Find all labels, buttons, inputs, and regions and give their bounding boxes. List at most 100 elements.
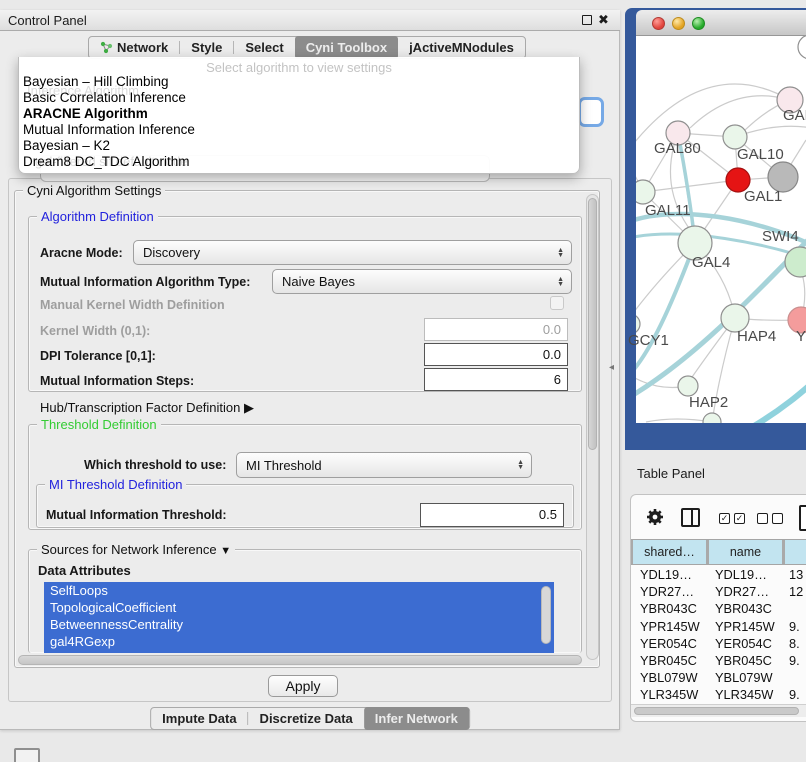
node-label: GAL80 xyxy=(654,140,701,157)
table-panel: ✓✓ shared… name YDL19…YDL19…13 YDR27…YDR… xyxy=(630,494,806,722)
table-row[interactable]: YLR345WYLR345W9. xyxy=(631,686,806,703)
stepper-arrows-icon: ▲▼ xyxy=(517,460,531,470)
manual-kernel-checkbox[interactable] xyxy=(550,296,564,310)
attribute-item[interactable]: gal4RGexp xyxy=(44,633,554,650)
mi-type-select[interactable]: Naive Bayes ▲▼ xyxy=(272,269,572,294)
node-label: GAL11 xyxy=(645,202,691,219)
group-title: MI Threshold Definition xyxy=(45,477,186,492)
table-row[interactable]: YDL19…YDL19…13 xyxy=(631,566,806,583)
dropdown-item-selected[interactable]: ARACNE Algorithm xyxy=(23,106,148,121)
tab-cyni-toolbox[interactable]: Cyni Toolbox xyxy=(295,36,398,59)
network-window-titlebar[interactable] xyxy=(636,10,806,36)
column-header[interactable]: shared… xyxy=(633,540,706,564)
kernel-width-label: Kernel Width (0,1): xyxy=(40,324,150,338)
group-title: Algorithm Definition xyxy=(37,209,158,224)
gear-icon[interactable] xyxy=(645,507,665,527)
node-label: GAL xyxy=(783,107,806,124)
close-traffic-light-icon[interactable] xyxy=(652,17,665,30)
scrollbar-thumb[interactable] xyxy=(634,707,799,715)
stepper-arrows-icon: ▲▼ xyxy=(557,277,571,287)
scrollbar-thumb[interactable] xyxy=(588,198,597,450)
column-header[interactable] xyxy=(785,540,806,564)
node-label: GAL1 xyxy=(744,188,782,205)
node-label: Y xyxy=(796,328,806,345)
data-attributes-label: Data Attributes xyxy=(38,563,131,578)
algorithm-dropdown: Inference Algorithm gal-filtered sif def… xyxy=(18,57,580,174)
expand-right-icon[interactable]: ▶ xyxy=(244,400,254,415)
settings-vertical-scrollbar[interactable] xyxy=(586,194,599,660)
table-row[interactable]: YPR145WYPR145W9. xyxy=(631,618,806,635)
tab-network[interactable]: Network xyxy=(89,37,179,58)
node-gal11[interactable] xyxy=(636,180,655,204)
tab-select[interactable]: Select xyxy=(234,37,294,58)
apply-button[interactable]: Apply xyxy=(268,675,338,697)
dropdown-item[interactable]: Bayesian – Hill Climbing xyxy=(23,74,169,89)
table-row[interactable]: YBL079WYBL079W xyxy=(631,669,806,686)
node-label: HAP2 xyxy=(689,394,728,411)
aracne-mode-select[interactable]: Discovery ▲▼ xyxy=(133,240,572,265)
data-attributes-list[interactable]: SelfLoops TopologicalCoefficient Between… xyxy=(44,582,554,653)
kernel-width-field[interactable]: 0.0 xyxy=(424,318,568,341)
node-label: GAL10 xyxy=(737,146,784,163)
dropdown-item[interactable]: Basic Correlation Inference xyxy=(23,90,186,105)
sources-group-title[interactable]: Sources for Network Inference ▼ xyxy=(37,542,235,557)
dropdown-item[interactable]: Dream8 DC_TDC Algorithm xyxy=(23,154,190,169)
columns-icon[interactable] xyxy=(681,508,700,527)
table-header-row: shared… name xyxy=(631,539,806,565)
collapse-down-icon[interactable]: ▼ xyxy=(220,545,231,557)
dpi-tolerance-label: DPI Tolerance [0,1]: xyxy=(40,349,156,363)
splitter-arrow-icon[interactable]: ◂ xyxy=(609,362,614,373)
minimize-traffic-light-icon[interactable] xyxy=(672,17,685,30)
control-panel-titlebar xyxy=(0,10,620,31)
node-hap2[interactable] xyxy=(678,376,698,396)
settings-horizontal-scrollbar[interactable] xyxy=(18,655,582,665)
list-scrollbar-thumb[interactable] xyxy=(541,586,551,644)
dropdown-item[interactable]: Mutual Information Inference xyxy=(23,122,195,137)
attribute-item[interactable]: SelfLoops xyxy=(44,582,554,599)
document-icon[interactable] xyxy=(799,505,806,531)
select-all-icon[interactable]: ✓✓ xyxy=(719,513,745,524)
dpi-tolerance-field[interactable]: 0.0 xyxy=(424,343,568,366)
mi-threshold-label: Mutual Information Threshold: xyxy=(46,508,227,522)
table-panel-title: Table Panel xyxy=(637,466,705,481)
attribute-item[interactable]: BetweennessCentrality xyxy=(44,616,554,633)
column-header[interactable]: name xyxy=(709,540,782,564)
attribute-item[interactable]: TopologicalCoefficient xyxy=(44,599,554,616)
zoom-traffic-light-icon[interactable] xyxy=(692,17,705,30)
group-title: Threshold Definition xyxy=(37,417,161,432)
node[interactable] xyxy=(798,36,806,59)
hidden-combo-focus-ring xyxy=(578,97,604,127)
which-threshold-label: Which threshold to use: xyxy=(84,458,226,472)
node[interactable] xyxy=(703,413,721,423)
close-icon[interactable]: ✖ xyxy=(598,12,609,28)
tab-jactivemnodules[interactable]: jActiveMNodules xyxy=(398,37,525,58)
float-window-icon[interactable] xyxy=(582,15,592,25)
control-panel-title: Control Panel xyxy=(8,13,87,28)
group-title: Cyni Algorithm Settings xyxy=(23,183,165,198)
table-row[interactable]: YBR045CYBR045C9. xyxy=(631,652,806,669)
table-horizontal-scrollbar[interactable] xyxy=(631,704,806,717)
mi-steps-field[interactable]: 6 xyxy=(424,368,568,391)
hub-definition-toggle[interactable]: Hub/Transcription Factor Definition ▶ xyxy=(40,400,254,416)
tab-style[interactable]: Style xyxy=(180,37,233,58)
table-row[interactable]: YER054CYER054C8. xyxy=(631,635,806,652)
node-gcy1[interactable] xyxy=(636,314,640,334)
manual-kernel-label: Manual Kernel Width Definition xyxy=(40,298,225,312)
bottom-tab-bar: Impute Data Discretize Data Infer Networ… xyxy=(150,707,470,730)
dropdown-prompt: Select algorithm to view settings xyxy=(19,60,579,75)
top-tab-bar: Network Style Select Cyni Toolbox jActiv… xyxy=(88,36,526,59)
dock-panel-icon[interactable] xyxy=(14,748,40,762)
dropdown-item[interactable]: Bayesian – K2 xyxy=(23,138,110,153)
mi-threshold-field[interactable]: 0.5 xyxy=(420,503,564,527)
mi-steps-label: Mutual Information Steps: xyxy=(40,374,194,388)
stepper-arrows-icon: ▲▼ xyxy=(557,248,571,258)
deselect-all-icon[interactable] xyxy=(757,513,783,524)
which-threshold-select[interactable]: MI Threshold ▲▼ xyxy=(236,452,532,478)
table-row[interactable]: YDR27…YDR27…12 xyxy=(631,583,806,600)
table-row[interactable]: YBR043CYBR043C xyxy=(631,600,806,617)
tab-infer-network[interactable]: Infer Network xyxy=(364,707,469,730)
network-icon xyxy=(100,41,113,54)
node-label: HAP4 xyxy=(737,328,776,345)
tab-discretize-data[interactable]: Discretize Data xyxy=(249,708,364,729)
tab-impute-data[interactable]: Impute Data xyxy=(151,708,247,729)
